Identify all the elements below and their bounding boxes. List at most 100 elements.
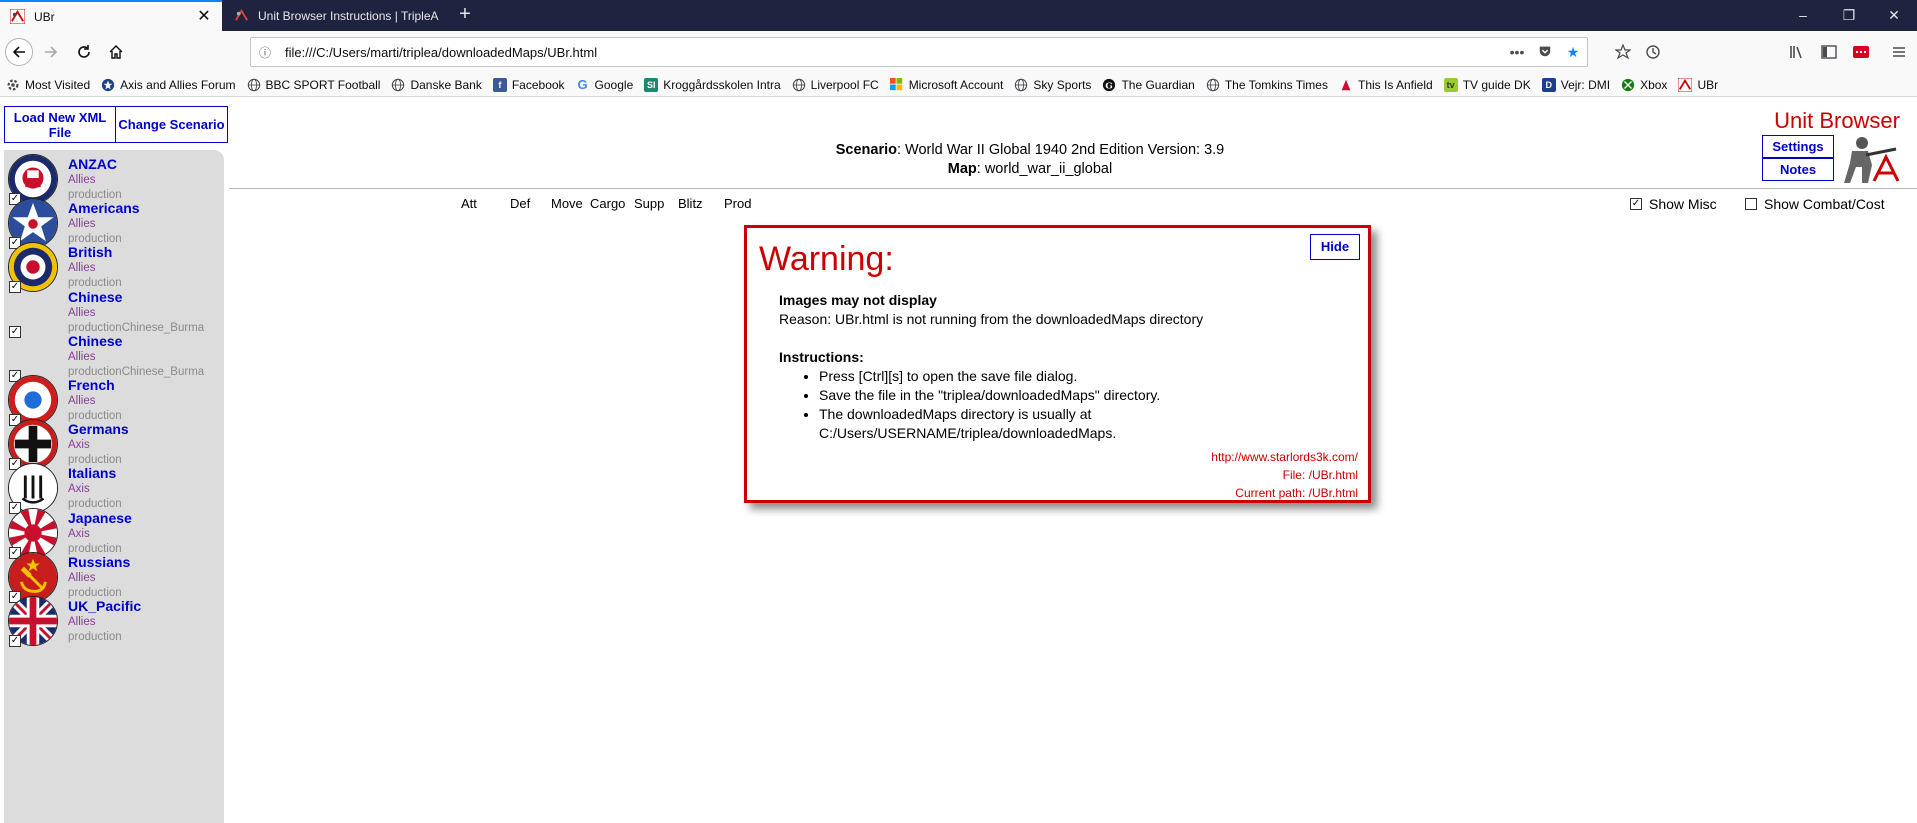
bookmark-item[interactable]: Microsoft Account [890,78,1003,92]
microsoft-icon [890,78,904,92]
nation-checkbox[interactable]: ✓ [9,635,21,647]
reader-mode-icon[interactable] [1610,39,1636,65]
restore-button[interactable]: ❐ [1826,0,1872,31]
nation-name[interactable]: UK_Pacific [68,598,141,614]
app-title: Unit Browser [1774,108,1900,133]
col-att[interactable]: Att [461,196,477,211]
notes-button[interactable]: Notes [1762,158,1834,181]
show-misc-toggle[interactable]: ✓ Show Misc [1630,196,1717,212]
bookmark-item[interactable]: UBr [1678,77,1718,92]
bookmark-item[interactable]: SI Kroggårdsskolen Intra [644,77,781,92]
url-bar[interactable]: ⓘ file:///C:/Users/marti/triplea/downloa… [250,37,1588,67]
more-actions-icon[interactable]: ••• [1503,44,1531,60]
nation-name[interactable]: Americans [68,200,140,216]
show-misc-label: Show Misc [1649,196,1717,212]
reload-button[interactable] [70,38,98,66]
nation-row[interactable]: ✓ UK_Pacific Allies production [4,594,219,648]
instruction-step: Press [Ctrl][s] to open the save file di… [819,367,1359,386]
history-icon[interactable] [1640,39,1666,65]
bookmark-label: Axis and Allies Forum [120,77,236,92]
col-prod[interactable]: Prod [724,196,751,211]
bookmark-item[interactable]: Danske Bank [391,78,482,92]
tv-icon: tv [1443,77,1458,92]
col-cargo[interactable]: Cargo [590,196,625,211]
info-icon[interactable]: ⓘ [251,44,279,61]
guardian-icon: G [1102,78,1116,92]
warning-line1: Images may not display [779,292,937,308]
close-window-button[interactable]: ✕ [1871,0,1917,31]
bookmark-item[interactable]: Most Visited [6,78,90,92]
nation-name[interactable]: ANZAC [68,156,117,172]
col-def[interactable]: Def [510,196,530,211]
bookmark-item[interactable]: This Is Anfield [1339,78,1433,92]
forward-button[interactable] [37,38,65,66]
bookmark-item[interactable]: BBC SPORT Football [247,78,380,92]
nation-name[interactable]: Italians [68,465,116,481]
back-button[interactable] [5,38,33,66]
bookmark-star-icon[interactable]: ★ [1559,44,1587,61]
star-icon [101,78,115,92]
col-move[interactable]: Move [551,196,583,211]
nation-name[interactable]: British [68,244,112,260]
bookmark-item[interactable]: D Vejr: DMI [1541,77,1611,92]
new-tab-button[interactable]: + [452,0,478,31]
nation-alliance: Axis [68,483,90,496]
tab-ubr[interactable]: UBr ✕ [0,0,222,31]
warning-footer: http://www.starlords3k.com/ File: /UBr.h… [1211,448,1358,502]
bookmark-label: The Tomkins Times [1224,77,1328,92]
minimize-button[interactable]: – [1780,0,1826,31]
nation-name[interactable]: Chinese [68,333,122,349]
library-icon[interactable] [1784,39,1810,65]
url-text[interactable]: file:///C:/Users/marti/triplea/downloade… [279,45,1503,60]
home-icon [109,45,123,59]
nation-alliance: Allies [68,616,96,628]
bookmark-item[interactable]: tv TV guide DK [1443,77,1531,92]
tab-strip: UBr ✕ Unit Browser Instructions | Triple… [0,0,1917,31]
nation-name[interactable]: French [68,377,115,393]
nation-name[interactable]: Japanese [68,510,132,526]
bookmark-item[interactable]: G Google [576,77,633,92]
hide-button[interactable]: Hide [1310,234,1360,260]
close-tab-icon[interactable]: ✕ [196,8,212,25]
triplea-icon [1678,77,1693,92]
bookmark-item[interactable]: G The Guardian [1102,78,1195,92]
tab-instructions[interactable]: Unit Browser Instructions | TripleA [224,0,452,31]
bookmark-item[interactable]: The Tomkins Times [1206,78,1328,92]
bookmark-item[interactable]: Sky Sports [1014,78,1091,92]
load-xml-button[interactable]: Load New XML File [4,106,116,143]
nation-alliance: Axis [68,527,90,540]
bookmark-item[interactable]: Axis and Allies Forum [101,77,236,92]
reload-icon [78,45,90,58]
nation-name[interactable]: Chinese [68,289,122,305]
col-supp[interactable]: Supp [634,196,664,211]
nation-name[interactable]: Russians [68,554,130,570]
bookmark-label: Sky Sports [1033,77,1092,92]
nation-name[interactable]: Germans [68,421,129,437]
show-misc-checkbox[interactable]: ✓ [1630,198,1642,210]
tab-title: Unit Browser Instructions | TripleA [258,8,439,23]
nation-production: production [68,631,122,643]
tab-title: UBr [34,9,55,24]
instructions-list: Press [Ctrl][s] to open the save file di… [819,367,1359,443]
back-arrow-icon [12,46,25,58]
settings-button[interactable]: Settings [1762,135,1834,158]
show-combat-toggle[interactable]: Show Combat/Cost [1745,196,1885,212]
sidebar-toggle-icon[interactable] [1816,39,1842,65]
warning-dialog: Warning: Hide Images may not display Rea… [744,225,1371,503]
pocket-icon[interactable] [1531,44,1559,61]
file-text: File: /UBr.html [1282,468,1358,482]
show-combat-checkbox[interactable] [1745,198,1757,210]
bookmark-item[interactable]: Liverpool FC [792,78,879,92]
home-button[interactable] [102,38,130,66]
bookmark-label: Vejr: DMI [1560,77,1611,92]
change-scenario-button[interactable]: Change Scenario [116,106,228,143]
extension-icon[interactable] [1848,39,1874,65]
menu-icon[interactable] [1886,39,1912,65]
bookmark-item[interactable]: f Facebook [492,77,565,92]
bookmark-label: This Is Anfield [1357,77,1433,92]
bookmark-item[interactable]: Xbox [1621,78,1667,92]
scenario-label: Scenario [835,142,897,158]
col-blitz[interactable]: Blitz [678,196,703,211]
starlords-link[interactable]: http://www.starlords3k.com/ [1211,448,1358,466]
xbox-icon [1621,78,1635,92]
